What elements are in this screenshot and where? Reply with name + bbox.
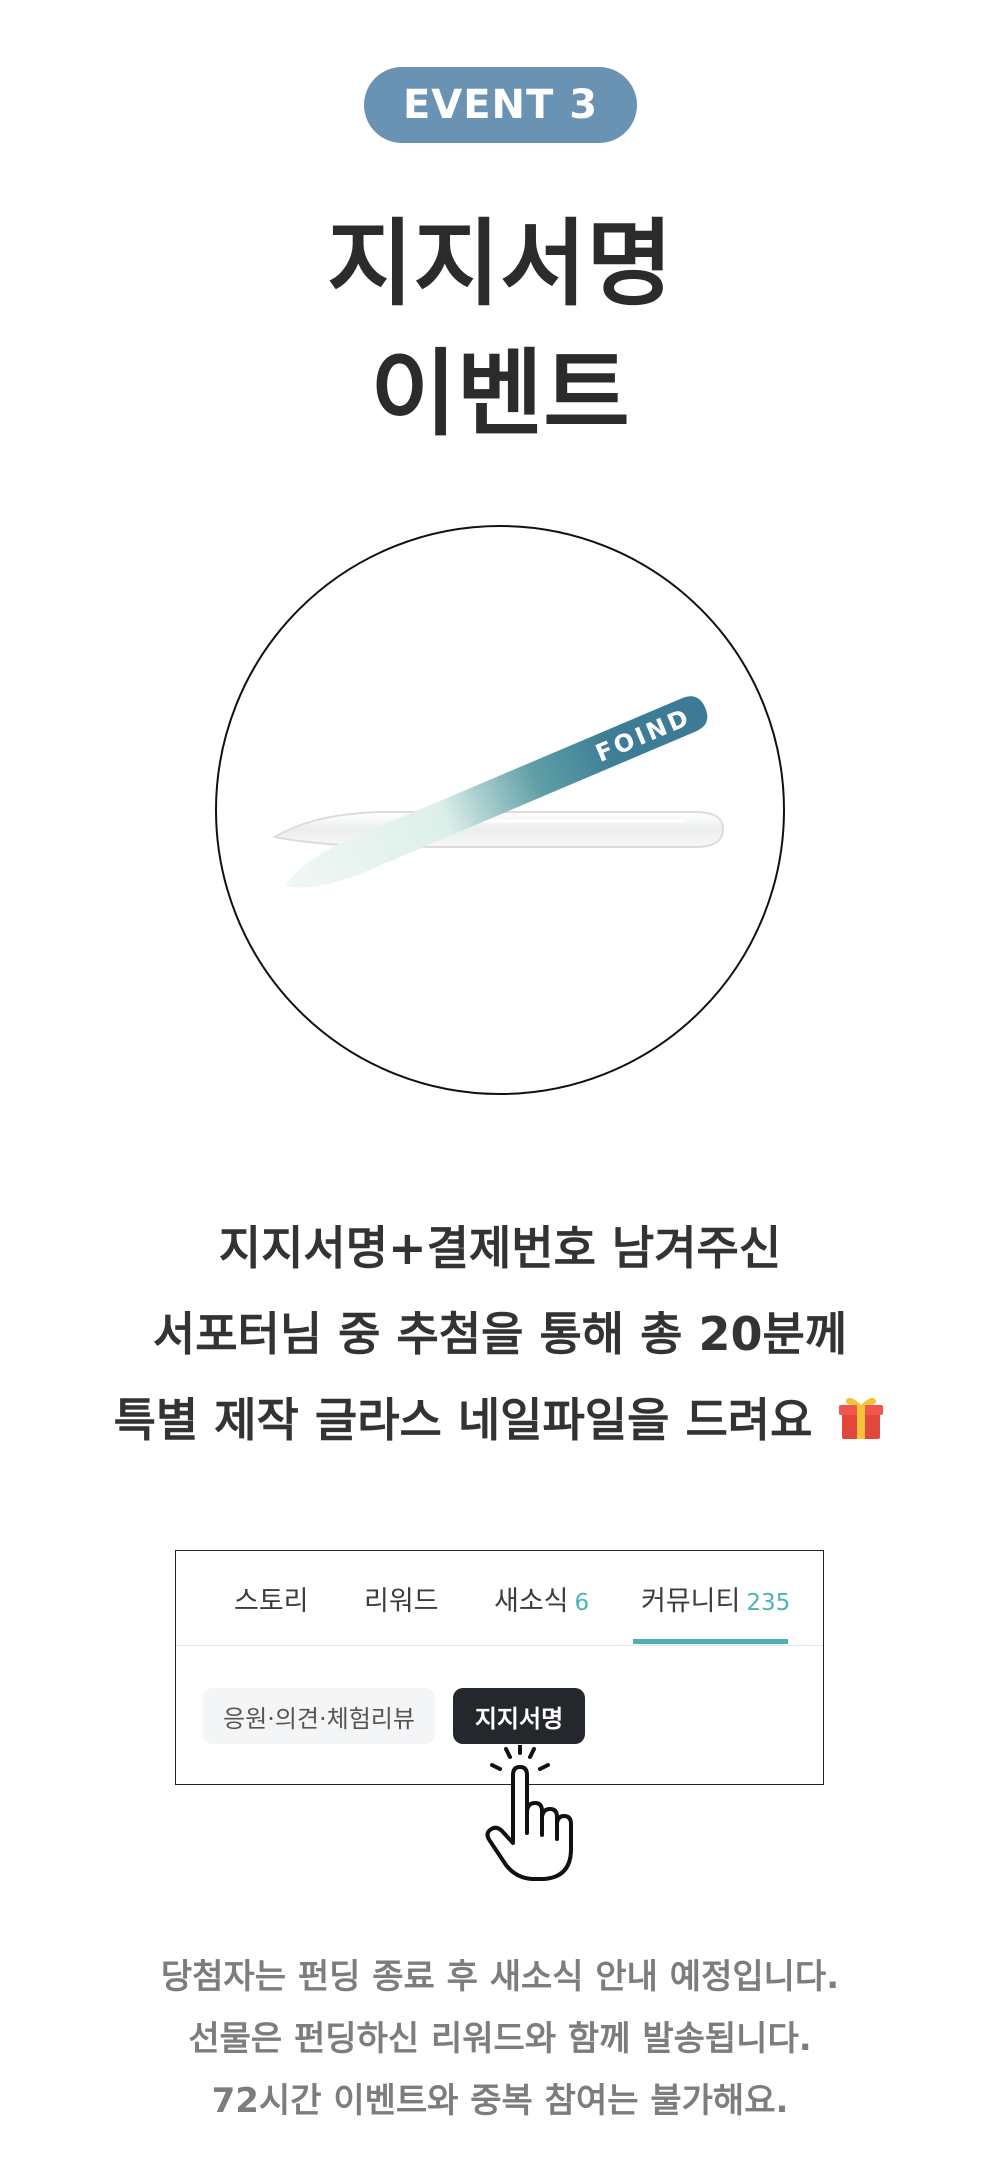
- page-title-line-2: 이벤트: [370, 340, 630, 449]
- tab-community-count: 235: [746, 1590, 791, 1616]
- event-badge: EVENT 3: [364, 67, 637, 143]
- tab-community-label: 커뮤니티: [641, 1586, 741, 1617]
- tab-reward-label: 리워드: [364, 1586, 439, 1617]
- gift-icon: [836, 1383, 886, 1469]
- product-circle: FOIND: [215, 525, 785, 1095]
- tab-community[interactable]: 커뮤니티 235: [641, 1579, 790, 1618]
- note-line-1: 당첨자는 펀딩 종료 후 새소식 안내 예정입니다.: [160, 1957, 840, 1997]
- tab-story-label: 스토리: [234, 1586, 309, 1617]
- chip-signature[interactable]: 지지서명: [453, 1688, 585, 1744]
- nail-file-image: FOIND: [215, 525, 785, 1095]
- tab-bar: 스토리 리워드 새소식 6 커뮤니티 235: [176, 1551, 823, 1646]
- tab-reward[interactable]: 리워드: [364, 1579, 439, 1618]
- event-description: 지지서명+결제번호 남겨주신 서포터님 중 추첨을 통해 총 20분께 특별 제…: [0, 1205, 1000, 1469]
- event-badge-label: EVENT 3: [402, 82, 599, 128]
- active-tab-indicator: [633, 1639, 788, 1644]
- chip-support-label: 응원·의견·체험리뷰: [223, 1704, 415, 1733]
- description-line-1: 지지서명+결제번호 남겨주신: [218, 1221, 782, 1275]
- tab-news-label: 새소식: [494, 1586, 569, 1617]
- note-line-2: 선물은 펀딩하신 리워드와 함께 발송됩니다.: [188, 2019, 812, 2059]
- chip-support-opinion-review[interactable]: 응원·의견·체험리뷰: [203, 1688, 435, 1744]
- description-line-2: 서포터님 중 추첨을 통해 총 20분께: [152, 1307, 848, 1361]
- description-line-3: 특별 제작 글라스 네일파일을 드려요: [113, 1393, 813, 1447]
- page-title: 지지서명 이벤트: [0, 200, 1000, 460]
- pointer-hand-icon: [480, 1743, 580, 1889]
- tab-story[interactable]: 스토리: [234, 1579, 309, 1618]
- tab-news-count: 6: [574, 1590, 590, 1616]
- chip-signature-label: 지지서명: [474, 1704, 564, 1733]
- page-title-line-1: 지지서명: [327, 210, 673, 319]
- tab-news[interactable]: 새소식 6: [494, 1579, 589, 1618]
- event-notes: 당첨자는 펀딩 종료 후 새소식 안내 예정입니다. 선물은 펀딩하신 리워드와…: [0, 1946, 1000, 2132]
- note-line-3: 72시간 이벤트와 중복 참여는 불가해요.: [211, 2081, 789, 2121]
